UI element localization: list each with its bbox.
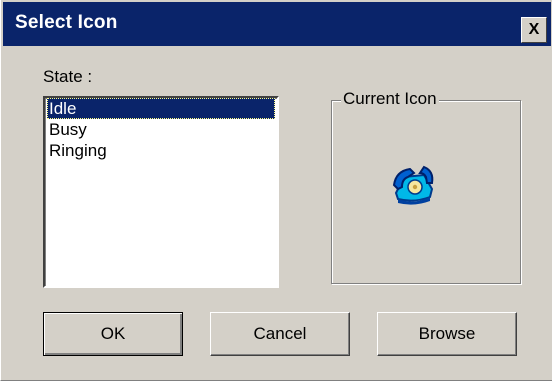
telephone-icon — [390, 163, 436, 209]
browse-button[interactable]: Browse — [377, 312, 517, 356]
list-item-ringing[interactable]: Ringing — [47, 140, 275, 161]
cancel-button[interactable]: Cancel — [210, 312, 350, 356]
window-title: Select Icon — [15, 12, 118, 33]
select-icon-dialog: Select Icon X State : Idle Busy Ringing … — [0, 0, 552, 381]
browse-button-label: Browse — [418, 324, 476, 343]
ok-button-label: OK — [100, 324, 126, 343]
cancel-button-label: Cancel — [253, 324, 307, 343]
title-bar[interactable]: Select Icon — [3, 2, 551, 46]
list-item-busy[interactable]: Busy — [47, 119, 275, 140]
current-icon-label: Current Icon — [341, 89, 439, 109]
close-button[interactable]: X — [521, 17, 547, 43]
close-icon: X — [528, 21, 540, 38]
state-listbox[interactable]: Idle Busy Ringing — [43, 96, 279, 288]
list-item-idle[interactable]: Idle — [47, 98, 275, 119]
ok-button[interactable]: OK — [43, 312, 183, 356]
state-label: State : — [43, 67, 93, 86]
